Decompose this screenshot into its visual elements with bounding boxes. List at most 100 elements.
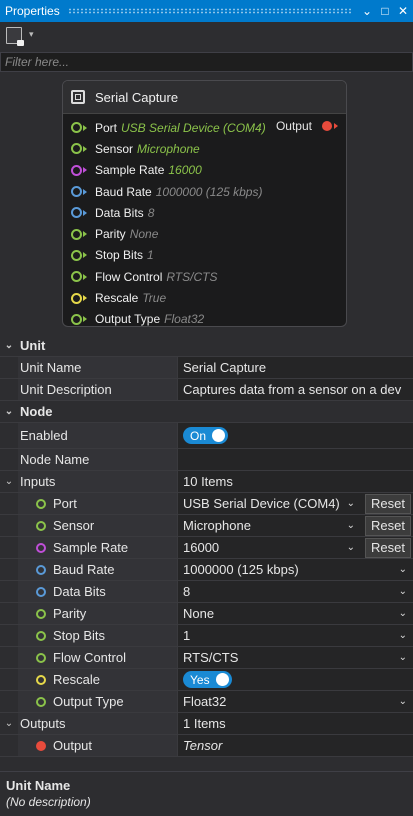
reset-button[interactable]: Reset [365,537,411,558]
port-dot-icon [36,674,46,685]
port-dot-icon [71,143,82,155]
chevron-down-icon[interactable]: ⌄ [0,335,18,356]
node-port-4[interactable]: Data Bits 8 [71,202,266,223]
category-node[interactable]: ⌄ Node [0,401,413,423]
chevron-down-icon[interactable]: ⌄ [0,713,18,734]
node-name-input[interactable] [178,449,413,470]
property-row-unit-description[interactable]: Unit Description Captures data from a se… [0,379,413,401]
chevron-down-icon: ⌄ [398,630,407,641]
node-card[interactable]: Serial Capture Port USB Serial Device (CO… [62,80,347,327]
property-row-unit-name[interactable]: Unit Name Serial Capture [0,357,413,379]
property-row-node-name[interactable]: Node Name [0,449,413,471]
maximize-icon[interactable]: □ [377,4,393,18]
property-label: Node Name [18,449,178,470]
property-row-inputs[interactable]: ⌄ Inputs 10 Items [0,471,413,493]
port-dot-icon [36,630,46,641]
node-input-ports: Port USB Serial Device (COM4) Sensor Microp… [71,117,266,326]
node-port-5[interactable]: Parity None [71,223,266,244]
port-dot-icon [36,542,46,553]
input-row-4[interactable]: Data Bits 8 ⌄ [0,581,413,603]
filter-input[interactable]: Filter here... [0,52,413,72]
port-dot-icon [71,292,82,304]
node-port-value: 16000 [168,163,202,178]
value-dropdown[interactable]: 1000000 (125 kbps) ⌄ [183,562,413,577]
node-port-8[interactable]: Rescale True [71,287,266,308]
node-port-9[interactable]: Output Type Float32 [71,309,266,326]
value-dropdown[interactable]: RTS/CTS ⌄ [183,650,413,665]
toolbar-dropdown-icon[interactable]: ▾ [29,29,34,40]
value-dropdown[interactable]: Float32 ⌄ [183,694,413,709]
value-dropdown[interactable]: 1 ⌄ [183,628,413,643]
node-port-name: Data Bits [95,205,144,220]
lock-selection-icon[interactable] [6,27,24,46]
dropdown-value: 8 [183,584,191,599]
category-unit[interactable]: ⌄ Unit [0,335,413,357]
input-row-6[interactable]: Stop Bits 1 ⌄ [0,625,413,647]
node-port-6[interactable]: Stop Bits 1 [71,245,266,266]
input-row-2[interactable]: Sample Rate 16000 ⌄ Reset [0,537,413,559]
title-bar-grip[interactable] [67,8,351,14]
property-label: Output [18,735,178,756]
property-label: Rescale [18,669,178,690]
node-output-port[interactable]: Output [276,119,338,133]
toggle-label: Yes [190,672,210,687]
property-row-enabled[interactable]: Enabled On [0,423,413,449]
chevron-down-icon: ⌄ [346,498,355,509]
properties-toolbar: ▾ [0,22,413,50]
input-row-7[interactable]: Flow Control RTS/CTS ⌄ [0,647,413,669]
property-label: Baud Rate [18,559,178,580]
reset-button[interactable]: Reset [365,493,411,514]
port-arrow-icon [83,231,87,238]
enabled-toggle[interactable]: On [183,427,229,444]
window-menu-chevron-icon[interactable]: ⌄ [359,4,375,18]
dropdown-value: 16000 [183,540,220,555]
node-port-7[interactable]: Flow Control RTS/CTS [71,266,266,287]
input-row-1[interactable]: Sensor Microphone ⌄ Reset [0,515,413,537]
chevron-down-icon[interactable]: ⌄ [0,401,18,422]
output-dot-icon [36,740,46,751]
value-dropdown[interactable]: None ⌄ [183,606,413,621]
output-row-0[interactable]: Output Tensor [0,735,413,757]
node-output-label: Output [275,119,312,133]
close-icon[interactable]: ✕ [395,4,411,18]
window-title: Properties [5,4,60,18]
dropdown-value: None [183,606,215,621]
dropdown-value: Float32 [183,694,227,709]
node-header: Serial Capture [63,81,346,114]
node-port-name: Stop Bits [95,248,144,263]
port-arrow-icon [83,188,87,195]
chevron-down-icon: ⌄ [398,652,407,663]
input-row-3[interactable]: Baud Rate 1000000 (125 kbps) ⌄ [0,559,413,581]
input-row-8[interactable]: Rescale Yes [0,669,413,691]
property-row-outputs[interactable]: ⌄ Outputs 1 Items [0,713,413,735]
node-port-name: Baud Rate [95,184,152,199]
category-label: Unit [20,338,46,353]
property-label: Data Bits [18,581,178,602]
rescale-toggle[interactable]: Yes [183,671,232,688]
value-dropdown[interactable]: Microphone ⌄ [183,518,361,533]
reset-button[interactable]: Reset [365,515,411,536]
value-dropdown[interactable]: 16000 ⌄ [183,540,361,555]
property-value: Captures data from a sensor on a dev [178,379,413,400]
node-port-1[interactable]: Sensor Microphone [71,138,266,159]
input-name: Flow Control [53,650,126,665]
property-value: Serial Capture [178,357,413,378]
category-label: Node [20,404,53,419]
property-label: Parity [18,603,178,624]
value-dropdown[interactable]: USB Serial Device (COM4) ⌄ [183,496,361,511]
chevron-down-icon: ⌄ [398,586,407,597]
port-dot-icon [71,271,82,283]
port-arrow-icon [83,273,87,280]
input-row-0[interactable]: Port USB Serial Device (COM4) ⌄ Reset [0,493,413,515]
node-port-2[interactable]: Sample Rate 16000 [71,160,266,181]
chevron-down-icon[interactable]: ⌄ [0,471,18,492]
property-label: Sensor [18,515,178,536]
node-port-0[interactable]: Port USB Serial Device (COM4) [71,117,266,138]
input-name: Port [53,496,77,511]
input-row-5[interactable]: Parity None ⌄ [0,603,413,625]
node-port-3[interactable]: Baud Rate 1000000 (125 kbps) [71,181,266,202]
description-text: (No description) [6,795,91,809]
input-row-9[interactable]: Output Type Float32 ⌄ [0,691,413,713]
property-label: Inputs [18,471,178,492]
value-dropdown[interactable]: 8 ⌄ [183,584,413,599]
